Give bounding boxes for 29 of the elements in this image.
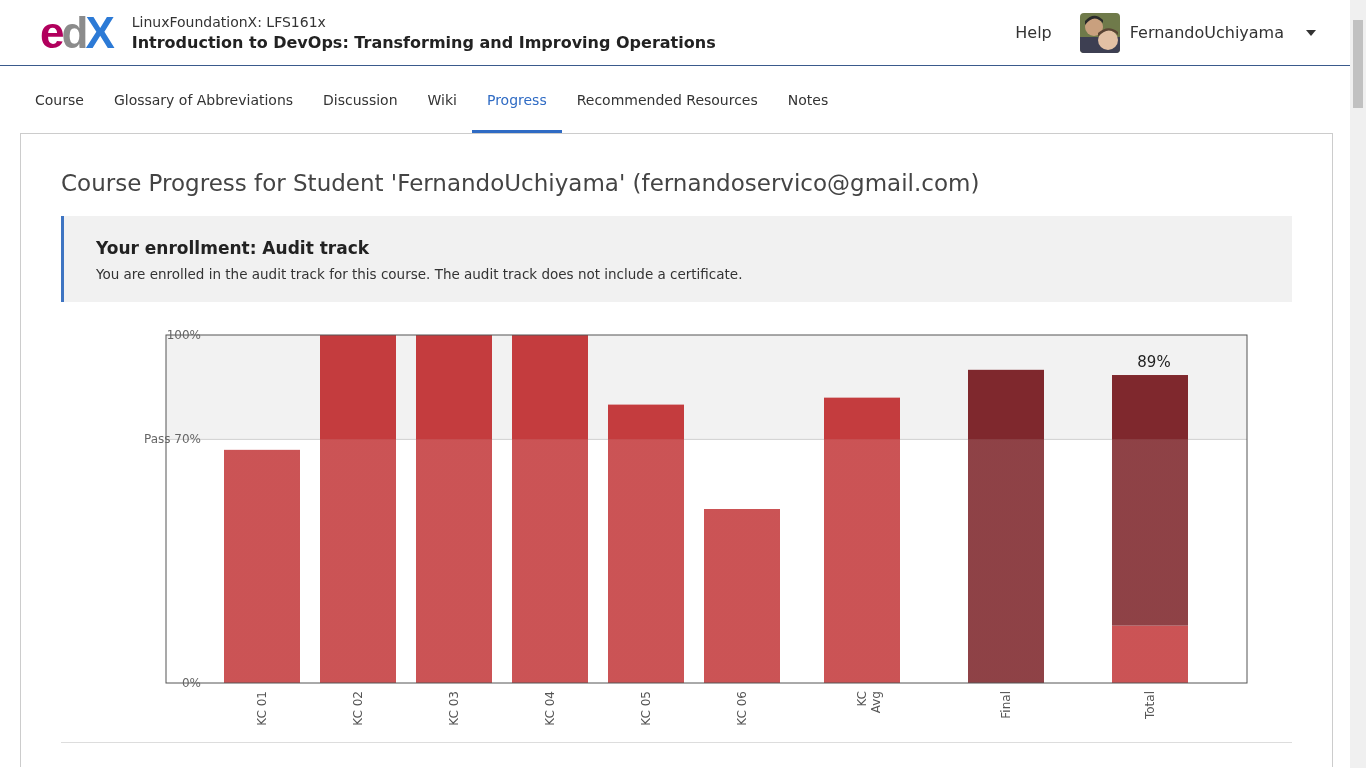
- course-tab[interactable]: Progress: [471, 66, 562, 133]
- scrollbar[interactable]: [1350, 0, 1366, 768]
- course-tab[interactable]: Recommended Resources: [561, 66, 773, 133]
- axis-label: KC 05: [639, 691, 653, 726]
- axis-label: Total: [1143, 691, 1157, 720]
- page-heading: Course Progress for Student 'FernandoUchiyama' (fernandoservico@gmail.com): [61, 170, 981, 196]
- course-title: Introduction to DevOps: Transforming and Improving Operations: [131, 32, 716, 52]
- axis-label: KC 06: [735, 691, 749, 726]
- axis-label: KC Avg: [855, 691, 883, 714]
- axis-label: Final: [999, 691, 1013, 719]
- help-link[interactable]: Help: [1015, 23, 1052, 42]
- axis-label: 100%: [166, 328, 201, 342]
- axis-label: KC 02: [351, 691, 365, 726]
- axis-label: 0%: [181, 676, 201, 690]
- caret-icon[interactable]: [1306, 29, 1316, 36]
- axis-label: KC 03: [447, 691, 461, 726]
- course-tab[interactable]: Notes: [772, 66, 844, 133]
- course-org: LinuxFoundationX: LFS161x: [131, 13, 327, 30]
- edx-logo[interactable]: edX: [40, 10, 112, 55]
- course-tab[interactable]: Wiki: [412, 66, 472, 133]
- course-tab[interactable]: Course: [20, 66, 99, 133]
- data-label: 89%: [1137, 353, 1171, 371]
- notice-title: Your enrollment: Audit track: [96, 238, 371, 258]
- notice-message: You are enrolled in the audit track for this course. The audit track does not include a certificate.: [96, 266, 744, 282]
- axis-label: KC 04: [543, 691, 557, 726]
- course-tab[interactable]: Glossary of Abbreviations: [98, 66, 309, 133]
- course-tab[interactable]: Discussion: [308, 66, 413, 133]
- username[interactable]: FernandoUchiyama: [1129, 23, 1284, 42]
- axis-label: KC 01: [255, 691, 269, 726]
